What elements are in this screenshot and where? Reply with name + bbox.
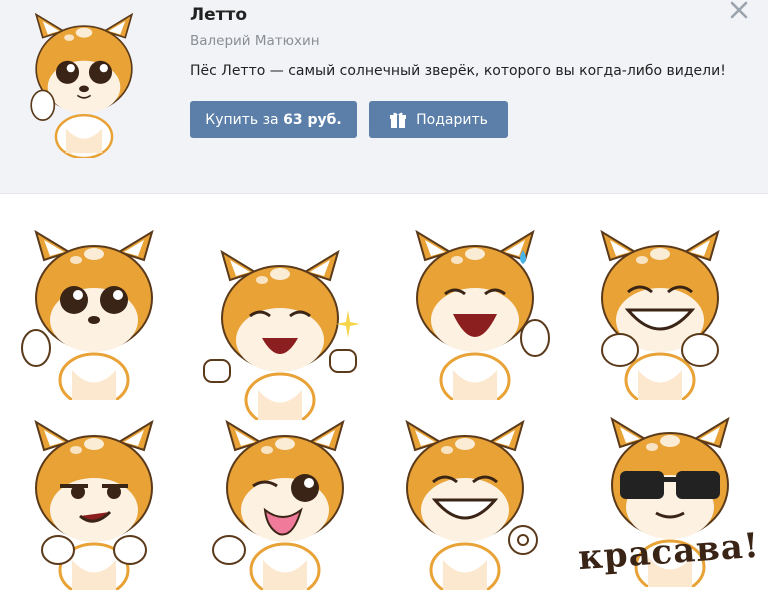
sticker-laughing-thumbs-up[interactable] [200, 250, 360, 420]
sticker-laughing-sweat[interactable] [395, 230, 555, 400]
pack-author[interactable]: Валерий Матюхин [190, 33, 320, 49]
sticker-winking-tongue[interactable] [205, 420, 365, 590]
pack-description: Пёс Летто — самый солнечный зверёк, кото… [190, 63, 726, 79]
buy-button[interactable]: Купить за 63 руб. [190, 101, 357, 138]
buy-price: 63 руб. [283, 111, 342, 128]
sticker-smirk-pointing[interactable] [14, 420, 174, 590]
sticker-grinning-fists[interactable] [580, 230, 740, 400]
buy-label: Купить за [205, 111, 284, 128]
sticker-ok-gesture[interactable] [385, 420, 545, 590]
pack-cover-image [30, 13, 134, 158]
sticker-pack-header: Летто Валерий Матюхин Пёс Летто — самый … [0, 0, 768, 194]
pack-title: Летто [190, 5, 248, 25]
close-icon[interactable] [727, 0, 751, 22]
gift-icon [390, 112, 407, 128]
gift-button[interactable]: Подарить [369, 101, 508, 138]
sticker-shy[interactable] [14, 230, 174, 400]
gift-label: Подарить [416, 111, 488, 128]
